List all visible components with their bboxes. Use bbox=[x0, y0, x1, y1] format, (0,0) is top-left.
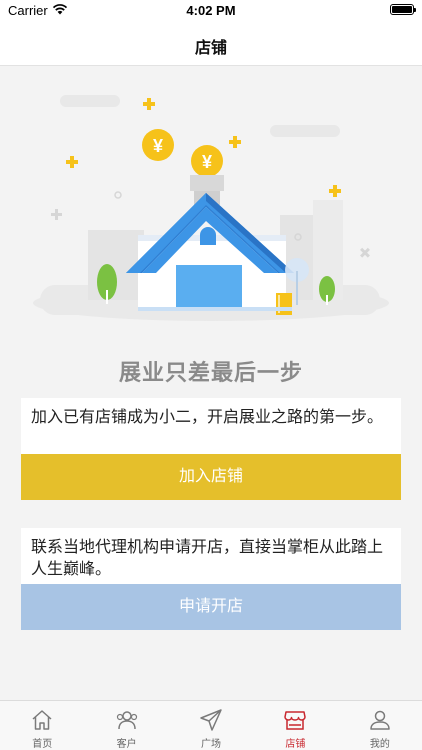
headline: 展业只差最后一步 bbox=[118, 360, 303, 385]
home-icon bbox=[32, 710, 52, 730]
apply-shop-description: 联系当地代理机构申请开店，直接当掌柜从此踏上人生巅峰。 bbox=[31, 539, 384, 578]
battery-icon bbox=[390, 4, 416, 15]
tab-bar: 首页 客户 广场 店铺 我的 bbox=[0, 700, 422, 750]
svg-text:¥: ¥ bbox=[202, 152, 212, 172]
profile-icon bbox=[370, 710, 390, 730]
apply-shop-button[interactable]: 申请开店 bbox=[21, 584, 401, 630]
page-title: 店铺 bbox=[194, 40, 227, 57]
join-shop-description: 加入已有店铺成为小二，开启展业之路的第一步。 bbox=[31, 409, 384, 426]
tab-shop[interactable]: 店铺 bbox=[253, 701, 337, 750]
shop-icon bbox=[284, 711, 307, 730]
status-bar: Carrier 4:02 PM bbox=[0, 0, 422, 22]
clock: 4:02 PM bbox=[186, 3, 236, 18]
apply-shop-card: 联系当地代理机构申请开店，直接当掌柜从此踏上人生巅峰。 申请开店 bbox=[21, 528, 401, 630]
svg-text:¥: ¥ bbox=[153, 136, 163, 156]
tab-profile[interactable]: 我的 bbox=[338, 701, 422, 750]
house-illustration: ¥ ¥ bbox=[33, 95, 389, 321]
customers-icon bbox=[116, 711, 137, 730]
tab-square[interactable]: 广场 bbox=[169, 701, 253, 750]
navigation-bar: 店铺 bbox=[0, 22, 422, 66]
tab-profile-label: 我的 bbox=[369, 739, 390, 750]
tab-customers-label: 客户 bbox=[116, 739, 137, 750]
tab-shop-label: 店铺 bbox=[285, 739, 306, 750]
tab-home-label: 首页 bbox=[32, 739, 53, 750]
tab-square-label: 广场 bbox=[201, 739, 222, 750]
paper-plane-icon bbox=[200, 709, 222, 731]
join-shop-card: 加入已有店铺成为小二，开启展业之路的第一步。 加入店铺 bbox=[21, 398, 401, 500]
tab-home[interactable]: 首页 bbox=[0, 701, 84, 750]
tab-customers[interactable]: 客户 bbox=[84, 701, 168, 750]
join-shop-button[interactable]: 加入店铺 bbox=[21, 454, 401, 500]
